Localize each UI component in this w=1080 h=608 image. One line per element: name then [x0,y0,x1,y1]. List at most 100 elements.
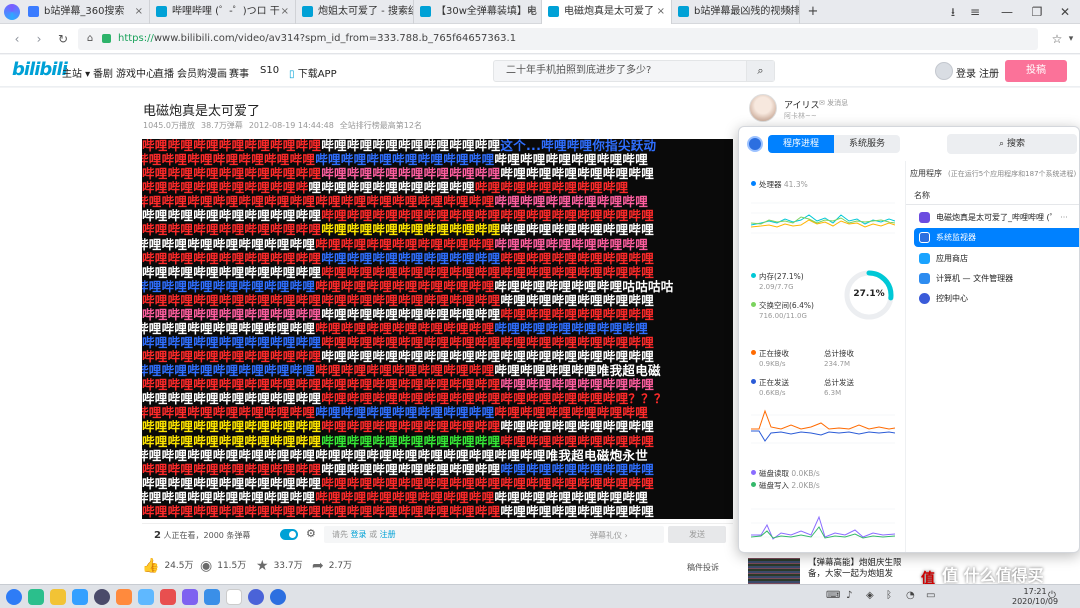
nav-manga[interactable]: 漫画 [207,65,227,80]
tab-search-results[interactable]: 炮姐太可爱了 - 搜索结 × [296,0,414,24]
danmaku-segment: 哔哩哔哩哔哩哔哩哔哩哔哩哔哩 [142,306,322,322]
search-icon[interactable]: ⌕ [746,61,774,81]
nav-esports[interactable]: 赛事 [229,65,249,80]
page-title: 电磁炮真是太可爱了 [143,104,261,119]
danmaku-toggle[interactable] [280,529,298,540]
app-row-browser[interactable]: 电磁炮真是太可爱了_哔哩哔哩 (゜ ··· [914,208,1079,227]
favorite-button[interactable]: ★ 33.7万 [256,558,303,574]
danmaku-settings-icon[interactable]: ⚙ [306,527,316,540]
bilibili-logo[interactable]: bilibili [12,59,68,80]
recv-total-label: 总计接收 [824,349,854,358]
music-icon[interactable] [116,589,132,605]
new-tab-button[interactable]: + [800,0,826,24]
app-row-app-store[interactable]: 应用商店 [914,249,1079,268]
tab-30w-danmaku[interactable]: 【30w全弹幕装填】电 × [414,0,542,24]
avatar[interactable] [749,94,777,122]
register-link[interactable]: 注册 [979,65,999,80]
avatar[interactable] [935,62,953,80]
danmaku-segment: 哔哩哔哩哔哩哔哩哔哩哔哩哔哩 [321,433,501,449]
site-search-input[interactable]: 二十年手机拍照到底进步了多少? [493,60,775,82]
video-actions: 👍 24.5万 ◉ 11.5万 ★ 33.7万 ➦ 2.7万 稿件投诉 [142,554,733,578]
photos-icon[interactable] [138,589,154,605]
network-graph [751,409,895,444]
tab-close-icon[interactable]: × [527,0,535,24]
forward-icon[interactable]: › [30,30,48,48]
battery-icon[interactable]: ▭ [926,590,935,601]
coin-button[interactable]: ◉ 11.5万 [200,558,246,574]
chat-icon[interactable] [182,589,198,605]
maximize-icon[interactable]: ❐ [1024,0,1050,24]
volume-icon[interactable]: ♪ [846,590,852,601]
system-monitor-taskbar-icon[interactable] [270,589,286,605]
tab-services[interactable]: 系统服务 [834,135,900,153]
cpu-label: 处理器 41.3% [751,179,808,190]
keyboard-icon[interactable]: ⌨ [826,590,840,601]
tab-processes[interactable]: 程序进程 [768,135,834,153]
danmaku-segment: 哔哩哔哩哔哩哔哩哔哩哔哩哔哩 [321,166,501,182]
nav-bangumi[interactable]: 番剧 [93,65,113,80]
nav-s10[interactable]: S10 [260,65,279,76]
send-danmaku-button[interactable]: 发送 [668,526,726,543]
tab-close-icon[interactable]: × [399,0,407,24]
nav-main-site[interactable]: 主站 ▾ [62,65,90,80]
url-path: www.bilibili.com/video/av314?spm_id_from… [153,33,517,44]
danmaku-segment: 哔哩哔哩哔哩哔哩哔哩哔哩 [500,377,655,393]
reload-icon[interactable]: ↻ [54,30,72,48]
tab-close-icon[interactable]: × [135,0,143,24]
tab-ranking[interactable]: b站弹幕最凶残的视频排 × [672,0,800,24]
monitor-search-input[interactable]: ⌕ 搜索 [947,134,1077,154]
danmaku-segment: 哔哩哔哩哔哩哔哩哔哩哔哩哔哩 [142,391,322,407]
video-player[interactable]: 哔哩哔哩哔哩哔哩哔哩哔哩哔哩哔哩哔哩哔哩哔哩哔哩哔哩哔哩这个...哔哩哔哩你指尖… [142,139,733,519]
calendar-icon[interactable] [226,589,242,605]
like-button[interactable]: 👍 24.5万 [142,558,193,574]
nav-live[interactable]: 直播 [154,65,174,80]
more-icon[interactable]: ··· [1060,213,1068,222]
tab-bilibili-home[interactable]: 哔哩哔哩 (゜-゜)つロ 干 × [150,0,296,24]
app-row-system-monitor[interactable]: 系统监视器 [914,228,1079,247]
login-link[interactable]: 登录 [956,65,976,80]
nav-shop[interactable]: 会员购 [177,65,207,80]
bluetooth-icon[interactable]: ᛒ [886,590,892,601]
tab-close-icon[interactable]: × [785,0,793,24]
multitask-icon[interactable] [28,589,44,605]
menu-icon[interactable]: ≡ [962,0,988,24]
danmaku-etiquette-link[interactable]: 弹幕礼仪 › [590,530,628,541]
message-button[interactable]: ✉ 发消息 [819,98,848,108]
tab-close-icon[interactable]: × [281,0,289,24]
browser-tabbar: b站弹幕_360搜索 × 哔哩哔哩 (゜-゜)つロ 干 × 炮姐太可爱了 - 搜索结… [0,0,1080,24]
upload-button[interactable]: 投稿 [1005,60,1067,82]
report-link[interactable]: 稿件投诉 [687,562,719,573]
files-icon[interactable] [50,589,66,605]
column-name-header[interactable]: 名称 [914,190,930,201]
video-icon[interactable] [160,589,176,605]
home-icon[interactable]: ⌂ [82,31,98,47]
settings-icon[interactable] [248,589,264,605]
danmaku-login-link[interactable]: 登录 [351,530,367,539]
app-row-file-manager[interactable]: 计算机 — 文件管理器 [914,269,1079,288]
mail-icon[interactable] [204,589,220,605]
store-icon[interactable] [72,589,88,605]
notification-icon[interactable]: ◔ [906,590,915,601]
app-row-control-center[interactable]: 控制中心 [914,289,1079,308]
nav-game-center[interactable]: 游戏中心 [116,65,156,80]
uploader-name[interactable]: アイリス [784,98,820,111]
back-icon[interactable]: ‹ [8,30,26,48]
network-icon[interactable]: ◈ [866,590,874,601]
danmaku-or: 或 [369,530,378,539]
danmaku-layer: 哔哩哔哩哔哩哔哩哔哩哔哩哔哩哔哩哔哩哔哩哔哩哔哩哔哩哔哩这个...哔哩哔哩你指尖… [142,139,733,519]
launcher-icon[interactable] [6,589,22,605]
tab-current-video[interactable]: 电磁炮真是太可爱了 × [542,0,672,24]
tab-360-search[interactable]: b站弹幕_360搜索 × [22,0,150,24]
power-icon[interactable]: ⏻ [1048,590,1056,601]
tab-close-icon[interactable]: × [657,0,665,24]
browser-icon[interactable] [94,589,110,605]
share-button[interactable]: ➦ 2.7万 [312,558,352,574]
danmaku-segment: 哔哩哔哩哔哩哔哩哔哩哔哩哔哩 [321,335,501,351]
nav-download-app[interactable]: ▯ 下载APP [289,65,337,80]
danmaku-register-link[interactable]: 注册 [380,530,396,539]
browser-logo-icon[interactable] [4,4,20,20]
url-input[interactable]: ⌂ https://www.bilibili.com/video/av314?s… [78,28,1038,50]
bookmark-dropdown-icon[interactable]: ▾ [1062,30,1080,48]
minimize-icon[interactable]: — [994,0,1020,24]
close-window-icon[interactable]: ✕ [1052,0,1078,24]
